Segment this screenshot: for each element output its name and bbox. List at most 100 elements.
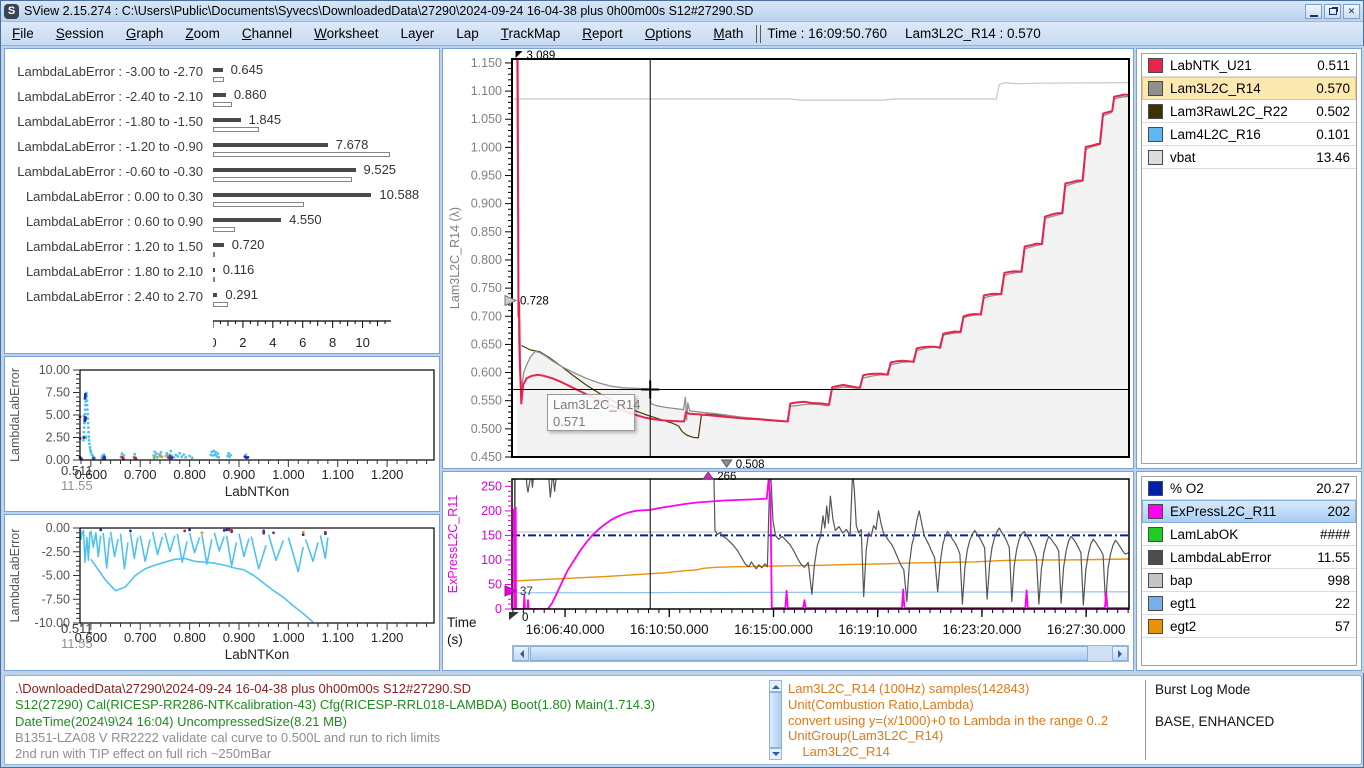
bin-label: LambdaLabError : 0.60 to 0.90	[15, 214, 203, 229]
svg-text:0.800: 0.800	[471, 253, 502, 267]
bin-label: LambdaLabError : -2.40 to -2.10	[15, 89, 203, 104]
restore-button[interactable]	[1324, 4, 1341, 19]
channel-row-Lam3RawL2C_R22[interactable]: Lam3RawL2C_R220.502	[1142, 100, 1356, 123]
workspace: LambdaLabError : -3.00 to -2.700.645Lamb…	[1, 46, 1364, 673]
svg-text:0.700: 0.700	[124, 630, 157, 645]
bin-label: LambdaLabError : -1.20 to -0.90	[15, 139, 203, 154]
pressure-chart-panel[interactable]: 050100150200250ExPressL2C_R1116:06:40.00…	[442, 471, 1134, 671]
lambda-channel-list[interactable]: LabNTK_U210.511Lam3L2C_R140.570Lam3RawL2…	[1141, 53, 1357, 464]
scroll-right-button[interactable]	[1112, 646, 1128, 661]
cursor-x-value: 0.511	[61, 621, 111, 636]
bin-bar-secondary	[213, 127, 259, 132]
channel-row-O2[interactable]: % O220.27	[1142, 477, 1356, 500]
bin-label: LambdaLabError : 0.00 to 0.30	[15, 189, 203, 204]
min-marker-icon	[509, 612, 519, 620]
channel-info-scrollbar[interactable]	[769, 680, 782, 760]
bin-bar-secondary	[213, 227, 235, 232]
series-streak	[91, 531, 101, 557]
series-LambdaLabError	[515, 472, 1130, 605]
time-axis-title: Time (s)	[447, 614, 477, 648]
scatter-top-panel[interactable]: 0.002.505.007.5010.000.6000.7000.8000.90…	[4, 356, 440, 512]
svg-text:1.100: 1.100	[321, 630, 354, 645]
menu-trackmap[interactable]: TrackMap	[490, 23, 572, 44]
menu-session[interactable]: Session	[45, 23, 115, 44]
menu-channel[interactable]: Channel	[231, 23, 303, 44]
menu-file[interactable]: File	[1, 23, 45, 44]
minimize-button[interactable]	[1305, 4, 1322, 19]
app-window: S SView 2.15.274 : C:\Users\Public\Docum…	[0, 0, 1364, 768]
svg-text:0.750: 0.750	[471, 281, 502, 295]
channel-row-Lam4L2C_R16[interactable]: Lam4L2C_R160.101	[1142, 123, 1356, 146]
scatter-bottom-cursor-values: 0.511 11.55	[61, 621, 111, 651]
menu-layer[interactable]: Layer	[389, 23, 445, 44]
bin-label: LambdaLabError : -3.00 to -2.70	[15, 64, 203, 79]
menu-lap[interactable]: Lap	[445, 23, 490, 44]
bin-value: 1.845	[249, 112, 282, 127]
scrollbar-thumb[interactable]	[530, 646, 1088, 661]
svg-text:6: 6	[299, 335, 306, 350]
bin-bar	[213, 93, 226, 97]
channel-row-egt1[interactable]: egt122	[1142, 592, 1356, 615]
channel-name: bap	[1170, 573, 1327, 588]
channel-value: 0.511	[1317, 58, 1350, 73]
channel-row-LamLabOK[interactable]: LamLabOK####	[1142, 523, 1356, 546]
close-button[interactable]: ✕	[1343, 4, 1360, 19]
svg-text:0.900: 0.900	[471, 197, 502, 211]
histogram-rows: LambdaLabError : -3.00 to -2.700.645Lamb…	[15, 61, 433, 311]
channel-name: LambdaLabError	[1170, 550, 1317, 565]
series-streak	[239, 534, 249, 557]
channel-value: 0.101	[1316, 127, 1350, 142]
status-line: S12(27290) Cal(RICESP-RR286-NTKcalibrati…	[15, 697, 655, 713]
channel-info-line: UnitGroup(Lam3L2C_R14)	[788, 728, 1108, 744]
menu-zoom[interactable]: Zoom	[174, 23, 231, 44]
menu-report[interactable]: Report	[571, 23, 634, 44]
svg-text:0.800: 0.800	[173, 630, 206, 645]
channel-row-LabNTK_U21[interactable]: LabNTK_U210.511	[1142, 54, 1356, 77]
menu-worksheet[interactable]: Worksheet	[303, 23, 389, 44]
svg-text:0.700: 0.700	[471, 309, 502, 323]
channel-row-egt2[interactable]: egt257	[1142, 615, 1356, 638]
bin-value: 9.525	[364, 162, 397, 177]
channel-row-ExPressL2C_R11[interactable]: ExPressL2C_R11202	[1142, 500, 1356, 523]
scatter-bottom-panel[interactable]: 0.00-2.50-5.00-7.50-10.000.6000.7000.800…	[4, 514, 440, 671]
svg-text:LabNTKon: LabNTKon	[225, 647, 290, 662]
scrollbar-thumb[interactable]	[769, 692, 782, 748]
bin-value: 0.116	[223, 262, 255, 277]
cursor-y-value: 11.55	[61, 636, 111, 651]
series-streak	[306, 539, 318, 561]
menu-math[interactable]: Math	[702, 23, 754, 44]
bin-label: LambdaLabError : 1.20 to 1.50	[15, 239, 203, 254]
time-scrollbar[interactable]	[512, 645, 1129, 662]
histogram-panel[interactable]: LambdaLabError : -3.00 to -2.700.645Lamb…	[4, 48, 440, 354]
channel-row-Lam3L2C_R14[interactable]: Lam3L2C_R140.570	[1142, 77, 1356, 100]
channel-row-LambdaLabError[interactable]: LambdaLabError11.55	[1142, 546, 1356, 569]
channel-value: 57	[1335, 619, 1350, 634]
channel-row-bap[interactable]: bap998	[1142, 569, 1356, 592]
menu-graph[interactable]: Graph	[115, 23, 175, 44]
svg-text:0: 0	[213, 335, 217, 350]
channel-value: 20.27	[1316, 481, 1350, 496]
tooltip-channel: Lam3L2C_R14	[553, 396, 629, 413]
status-divider	[1145, 680, 1146, 760]
channel-color-swatch	[1148, 127, 1163, 142]
main-chart-panel[interactable]: 0.4500.5000.5500.6000.6500.7000.7500.800…	[442, 48, 1134, 469]
pressure-channel-list[interactable]: % O220.27ExPressL2C_R11202LamLabOK####La…	[1141, 476, 1357, 666]
svg-text:100: 100	[481, 553, 502, 567]
channel-name: Lam4L2C_R16	[1170, 127, 1316, 142]
max-marker-icon	[516, 51, 523, 58]
scroll-left-button[interactable]	[513, 646, 529, 661]
pressure-chart-plot[interactable]: 050100150200250ExPressL2C_R1116:06:40.00…	[443, 472, 1133, 644]
app-icon: S	[4, 4, 19, 19]
menu-separator	[756, 25, 761, 43]
histogram-row: LambdaLabError : 1.80 to 2.100.116	[15, 261, 433, 286]
histogram-row: LambdaLabError : -2.40 to -2.100.860	[15, 86, 433, 111]
series-streak	[121, 534, 128, 569]
menu-options[interactable]: Options	[634, 23, 703, 44]
scroll-up-button[interactable]	[769, 680, 782, 692]
left-marker-icon	[505, 296, 516, 306]
channel-row-vbat[interactable]: vbat13.46	[1142, 146, 1356, 169]
scroll-left-icon	[516, 650, 524, 658]
svg-text:1.150: 1.150	[471, 56, 502, 70]
scroll-down-button[interactable]	[769, 748, 782, 760]
bin-bar-secondary	[213, 77, 224, 82]
